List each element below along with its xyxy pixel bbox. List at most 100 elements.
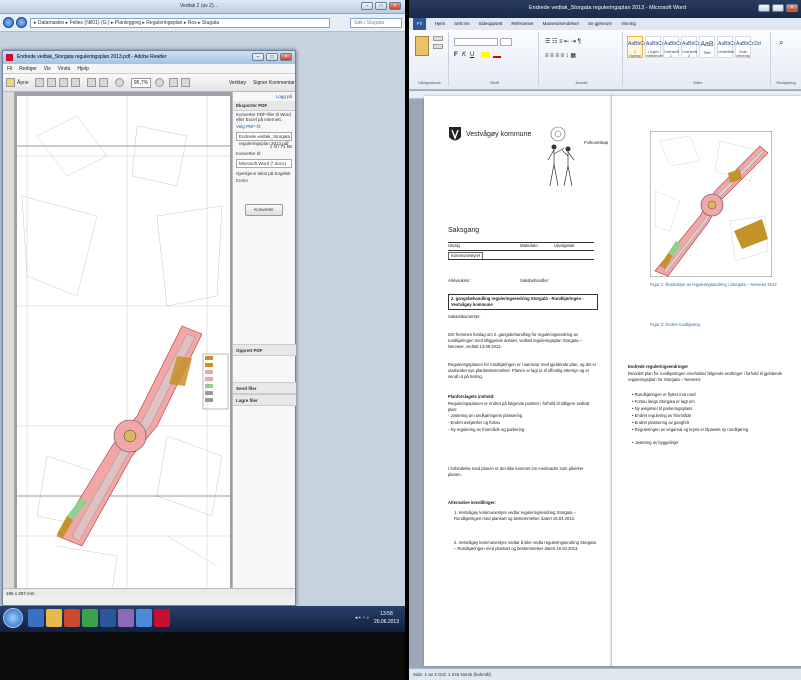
- convert-button[interactable]: Konverter: [245, 204, 283, 216]
- highlight-icon[interactable]: [481, 52, 489, 58]
- tab-insert[interactable]: Sett inn: [454, 18, 469, 30]
- outlook-icon[interactable]: [64, 609, 80, 627]
- send-files-section[interactable]: Send filer: [233, 382, 296, 394]
- zoom-in-icon[interactable]: [155, 78, 164, 87]
- print-icon[interactable]: [59, 78, 68, 87]
- style-heading-1[interactable]: AaBbCc Overskrift 1: [663, 36, 682, 58]
- tab-references[interactable]: Referanser: [511, 18, 533, 30]
- open-folder-icon[interactable]: [6, 78, 15, 87]
- tools-button[interactable]: Verktøy: [229, 78, 246, 88]
- pdf-window-title: Endrede vedtak_Storgata reguleringsplan …: [17, 54, 167, 60]
- comment-icon[interactable]: [181, 78, 190, 87]
- back-icon[interactable]: [3, 17, 14, 28]
- word-maximize-button[interactable]: □: [772, 4, 784, 12]
- para-3: Reguleringsplanen er endret på følgende …: [448, 401, 590, 412]
- create-pdf-section[interactable]: Opprett PDF: [233, 344, 296, 356]
- menu-window[interactable]: Vindu: [58, 64, 71, 73]
- style-no-spacing[interactable]: AaBbCcDd 1 Ingen mellomrom: [645, 36, 671, 58]
- word-minimize-button[interactable]: –: [758, 4, 770, 12]
- fit-page-icon[interactable]: [169, 78, 178, 87]
- tab-file[interactable]: Fil: [413, 18, 426, 30]
- convert-to-label: Konverter til:: [236, 151, 262, 156]
- menu-file[interactable]: Fil: [7, 64, 12, 73]
- tab-mailings[interactable]: Masseutsendelser: [543, 18, 580, 30]
- menu-view[interactable]: Vis: [44, 64, 51, 73]
- open-button[interactable]: Åpne: [17, 78, 29, 88]
- next-page-icon[interactable]: [99, 78, 108, 87]
- pdf-minimize-button[interactable]: –: [252, 53, 264, 61]
- start-icon[interactable]: [3, 608, 23, 628]
- pdf-navigation-pane[interactable]: [3, 92, 15, 597]
- ie-icon[interactable]: [28, 609, 44, 627]
- store-files-section[interactable]: Lagre filer: [233, 394, 296, 406]
- italic-icon[interactable]: K: [462, 52, 466, 58]
- zoom-field[interactable]: 95,7%: [131, 78, 151, 88]
- style-title[interactable]: AaB Tittel: [699, 36, 715, 58]
- adobe-reader-task-icon[interactable]: [154, 609, 170, 627]
- comment-button[interactable]: Kommentar: [269, 78, 295, 88]
- sign-in-link[interactable]: Logg på: [233, 92, 295, 101]
- prev-page-icon[interactable]: [87, 78, 96, 87]
- word-icon[interactable]: [100, 609, 116, 627]
- excel-icon[interactable]: [82, 609, 98, 627]
- folder-icon[interactable]: [46, 609, 62, 627]
- document-page-2[interactable]: Figur 1: Illustrasjon av reguleringsendr…: [611, 96, 801, 666]
- bold-icon[interactable]: F: [454, 52, 458, 58]
- style-normal[interactable]: AaBbCcDd 1 Normal: [627, 36, 653, 58]
- tab-layout[interactable]: Sideoppsett: [479, 18, 503, 30]
- word-status-bar: Side: 1 av 2 Ord: 1 246 Norsk (bokmål): [409, 668, 801, 680]
- font-color-icon[interactable]: [493, 52, 501, 58]
- font-name-select[interactable]: [454, 38, 498, 46]
- forward-icon[interactable]: [16, 17, 27, 28]
- clipboard-group: Utklippstavle: [411, 32, 449, 86]
- clock-time: 13:58: [380, 611, 393, 617]
- address-bar[interactable]: ▸ Datamaskin ▸ Felles (\\fil01) (G:) ▸ P…: [30, 18, 330, 28]
- menu-help[interactable]: Hjelp: [77, 64, 88, 73]
- zoom-out-icon[interactable]: [115, 78, 124, 87]
- underline-icon[interactable]: U: [470, 52, 474, 58]
- ocr-change-link[interactable]: Endre: [233, 177, 295, 184]
- search-input[interactable]: Søk i Stugata: [350, 18, 402, 28]
- app2-icon[interactable]: [136, 609, 152, 627]
- selected-file-field[interactable]: Endrede vedtak_Storgata reguleringsplan …: [236, 132, 292, 146]
- paste-icon[interactable]: [415, 36, 429, 56]
- style-heading-2[interactable]: AaBbCc Overskrift 2: [681, 36, 700, 58]
- explorer-title: Vedtak 2 (av 2)…: [180, 3, 219, 9]
- align-icons[interactable]: ≡ ≡ ≡ ≡ ↕ ▦: [545, 52, 576, 59]
- tab-review[interactable]: Se gjennom: [588, 18, 612, 30]
- save-icon[interactable]: [47, 78, 56, 87]
- tab-view[interactable]: Visning: [621, 18, 636, 30]
- email-icon[interactable]: [71, 78, 80, 87]
- copy-icon[interactable]: [433, 44, 443, 49]
- word-close-button[interactable]: ×: [786, 4, 798, 12]
- tab-home[interactable]: Hjem: [435, 18, 446, 30]
- adobe-reader-window: Endrede vedtak_Storgata reguleringsplan …: [2, 50, 296, 606]
- sign-button[interactable]: Signer: [253, 78, 267, 88]
- paragraph-label: Avsnitt: [575, 80, 588, 85]
- close-button[interactable]: ×: [389, 2, 401, 10]
- clock[interactable]: 13:58 26.06.2013: [374, 610, 399, 626]
- ocr-label: Gjenkjenn tekst på Engelsk: [236, 171, 291, 176]
- style-subtle-emphasis[interactable]: AaBbCcDd Svak utheving: [735, 36, 761, 58]
- export-pdf-header[interactable]: Eksporter PDF: [233, 101, 295, 111]
- bullets-icon[interactable]: ☰ ☷ ≡ ⇤ ⇥ ¶: [545, 38, 581, 45]
- document-page-1[interactable]: Vestvågøy kommune Forkunnskap Saksgang U…: [424, 96, 614, 666]
- menu-edit[interactable]: Rediger: [19, 64, 37, 73]
- create-pdf-icon[interactable]: [35, 78, 44, 87]
- pdf-titlebar: Endrede vedtak_Storgata reguleringsplan …: [3, 51, 295, 64]
- format-select[interactable]: Microsoft Word (*.docx): [236, 159, 292, 168]
- minimize-button[interactable]: –: [361, 2, 373, 10]
- cut-icon[interactable]: [433, 36, 443, 41]
- find-icon[interactable]: ⌕: [779, 38, 783, 48]
- pdf-maximize-button[interactable]: □: [266, 53, 278, 61]
- style-subtitle[interactable]: AaBbCc. Undertittel: [717, 36, 738, 58]
- change-1: • Rundkjøringen er flyttet mot nord: [632, 392, 696, 397]
- tray-icons[interactable]: ◂ ▪ ◔ ♪: [355, 615, 369, 621]
- maximize-button[interactable]: □: [375, 2, 387, 10]
- font-size-select[interactable]: [500, 38, 512, 46]
- styles-label: Stiler: [692, 80, 703, 85]
- app-icon[interactable]: [118, 609, 134, 627]
- font-label: Skrift: [489, 80, 500, 85]
- pdf-viewport[interactable]: Logg på Eksporter PDF Konverter PDF-file…: [3, 92, 296, 597]
- pdf-close-button[interactable]: ×: [280, 53, 292, 61]
